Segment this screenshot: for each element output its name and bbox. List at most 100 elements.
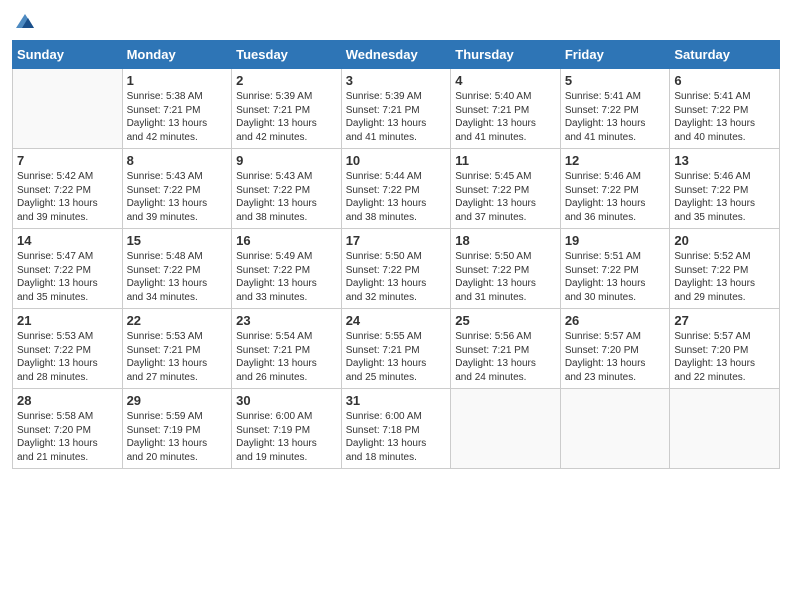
calendar-cell: 15 Sunrise: 5:48 AMSunset: 7:22 PMDayligh…	[122, 229, 232, 309]
calendar-cell	[13, 69, 123, 149]
calendar-cell: 22 Sunrise: 5:53 AMSunset: 7:21 PMDayligh…	[122, 309, 232, 389]
calendar-cell: 20 Sunrise: 5:52 AMSunset: 7:22 PMDayligh…	[670, 229, 780, 309]
calendar-week-3: 14 Sunrise: 5:47 AMSunset: 7:22 PMDayligh…	[13, 229, 780, 309]
day-info: Sunrise: 5:39 AMSunset: 7:21 PMDaylight:…	[236, 90, 337, 144]
day-info: Sunrise: 5:54 AMSunset: 7:21 PMDaylight:…	[236, 330, 337, 384]
day-number: 5	[565, 73, 666, 88]
day-number: 21	[17, 313, 118, 328]
weekday-header-thursday: Thursday	[451, 41, 561, 69]
calendar-cell: 4Sunrise: 5:40 AMSunset: 7:21 PMDaylight…	[451, 69, 561, 149]
day-info: Sunrise: 5:49 AMSunset: 7:22 PMDaylight:…	[236, 250, 337, 304]
day-info: Sunrise: 5:47 AMSunset: 7:22 PMDaylight:…	[17, 250, 118, 304]
calendar-cell: 13 Sunrise: 5:46 AMSunset: 7:22 PMDayligh…	[670, 149, 780, 229]
calendar-cell: 7 Sunrise: 5:42 AMSunset: 7:22 PMDaylight…	[13, 149, 123, 229]
weekday-header-friday: Friday	[560, 41, 670, 69]
day-number: 14	[17, 233, 118, 248]
day-number: 2	[236, 73, 337, 88]
weekday-header-wednesday: Wednesday	[341, 41, 451, 69]
calendar-table: SundayMondayTuesdayWednesdayThursdayFrid…	[12, 40, 780, 469]
weekday-header-tuesday: Tuesday	[232, 41, 342, 69]
day-info: Sunrise: 5:46 AMSunset: 7:22 PMDaylight:…	[565, 170, 666, 224]
day-info: Sunrise: 5:39 AMSunset: 7:21 PMDaylight:…	[346, 90, 447, 144]
day-info: Sunrise: 5:41 AMSunset: 7:22 PMDaylight:…	[565, 90, 666, 144]
calendar-cell: 19 Sunrise: 5:51 AMSunset: 7:22 PMDayligh…	[560, 229, 670, 309]
header	[12, 10, 780, 32]
calendar-cell: 16 Sunrise: 5:49 AMSunset: 7:22 PMDayligh…	[232, 229, 342, 309]
logo	[12, 10, 36, 32]
calendar-cell	[451, 389, 561, 469]
calendar-cell: 10 Sunrise: 5:44 AMSunset: 7:22 PMDayligh…	[341, 149, 451, 229]
calendar-cell: 5 Sunrise: 5:41 AMSunset: 7:22 PMDaylight…	[560, 69, 670, 149]
calendar-cell: 12 Sunrise: 5:46 AMSunset: 7:22 PMDayligh…	[560, 149, 670, 229]
calendar-cell: 28Sunrise: 5:58 AMSunset: 7:20 PMDayligh…	[13, 389, 123, 469]
day-info: Sunrise: 5:50 AMSunset: 7:22 PMDaylight:…	[455, 250, 556, 304]
day-info: Sunrise: 5:48 AMSunset: 7:22 PMDaylight:…	[127, 250, 228, 304]
day-number: 24	[346, 313, 447, 328]
day-number: 29	[127, 393, 228, 408]
day-number: 26	[565, 313, 666, 328]
calendar-cell: 3Sunrise: 5:39 AMSunset: 7:21 PMDaylight…	[341, 69, 451, 149]
day-info: Sunrise: 6:00 AMSunset: 7:19 PMDaylight:…	[236, 410, 337, 464]
calendar-cell: 21 Sunrise: 5:53 AMSunset: 7:22 PMDayligh…	[13, 309, 123, 389]
day-info: Sunrise: 6:00 AMSunset: 7:18 PMDaylight:…	[346, 410, 447, 464]
day-number: 30	[236, 393, 337, 408]
day-number: 31	[346, 393, 447, 408]
day-info: Sunrise: 5:59 AMSunset: 7:19 PMDaylight:…	[127, 410, 228, 464]
calendar-cell: 26 Sunrise: 5:57 AMSunset: 7:20 PMDayligh…	[560, 309, 670, 389]
day-info: Sunrise: 5:57 AMSunset: 7:20 PMDaylight:…	[674, 330, 775, 384]
day-number: 12	[565, 153, 666, 168]
calendar-cell: 2 Sunrise: 5:39 AMSunset: 7:21 PMDaylight…	[232, 69, 342, 149]
day-number: 7	[17, 153, 118, 168]
day-info: Sunrise: 5:53 AMSunset: 7:22 PMDaylight:…	[17, 330, 118, 384]
day-info: Sunrise: 5:57 AMSunset: 7:20 PMDaylight:…	[565, 330, 666, 384]
calendar-cell: 23 Sunrise: 5:54 AMSunset: 7:21 PMDayligh…	[232, 309, 342, 389]
day-number: 9	[236, 153, 337, 168]
calendar-cell: 1Sunrise: 5:38 AMSunset: 7:21 PMDaylight…	[122, 69, 232, 149]
day-info: Sunrise: 5:56 AMSunset: 7:21 PMDaylight:…	[455, 330, 556, 384]
calendar-week-1: 1Sunrise: 5:38 AMSunset: 7:21 PMDaylight…	[13, 69, 780, 149]
day-info: Sunrise: 5:43 AMSunset: 7:22 PMDaylight:…	[236, 170, 337, 224]
day-info: Sunrise: 5:51 AMSunset: 7:22 PMDaylight:…	[565, 250, 666, 304]
day-info: Sunrise: 5:53 AMSunset: 7:21 PMDaylight:…	[127, 330, 228, 384]
calendar-cell: 18Sunrise: 5:50 AMSunset: 7:22 PMDayligh…	[451, 229, 561, 309]
day-info: Sunrise: 5:45 AMSunset: 7:22 PMDaylight:…	[455, 170, 556, 224]
weekday-header-sunday: Sunday	[13, 41, 123, 69]
calendar-cell: 24Sunrise: 5:55 AMSunset: 7:21 PMDayligh…	[341, 309, 451, 389]
day-number: 15	[127, 233, 228, 248]
weekday-header-saturday: Saturday	[670, 41, 780, 69]
day-info: Sunrise: 5:50 AMSunset: 7:22 PMDaylight:…	[346, 250, 447, 304]
day-number: 16	[236, 233, 337, 248]
day-number: 19	[565, 233, 666, 248]
day-info: Sunrise: 5:41 AMSunset: 7:22 PMDaylight:…	[674, 90, 775, 144]
day-info: Sunrise: 5:44 AMSunset: 7:22 PMDaylight:…	[346, 170, 447, 224]
day-number: 13	[674, 153, 775, 168]
calendar-cell: 14 Sunrise: 5:47 AMSunset: 7:22 PMDayligh…	[13, 229, 123, 309]
weekday-header-row: SundayMondayTuesdayWednesdayThursdayFrid…	[13, 41, 780, 69]
day-number: 4	[455, 73, 556, 88]
calendar-cell: 17Sunrise: 5:50 AMSunset: 7:22 PMDayligh…	[341, 229, 451, 309]
day-number: 27	[674, 313, 775, 328]
calendar-cell: 11 Sunrise: 5:45 AMSunset: 7:22 PMDayligh…	[451, 149, 561, 229]
day-number: 10	[346, 153, 447, 168]
page-container: SundayMondayTuesdayWednesdayThursdayFrid…	[0, 0, 792, 477]
day-info: Sunrise: 5:42 AMSunset: 7:22 PMDaylight:…	[17, 170, 118, 224]
day-info: Sunrise: 5:46 AMSunset: 7:22 PMDaylight:…	[674, 170, 775, 224]
calendar-cell: 6 Sunrise: 5:41 AMSunset: 7:22 PMDaylight…	[670, 69, 780, 149]
calendar-cell: 31 Sunrise: 6:00 AMSunset: 7:18 PMDayligh…	[341, 389, 451, 469]
calendar-cell: 30 Sunrise: 6:00 AMSunset: 7:19 PMDayligh…	[232, 389, 342, 469]
day-info: Sunrise: 5:52 AMSunset: 7:22 PMDaylight:…	[674, 250, 775, 304]
day-number: 20	[674, 233, 775, 248]
day-number: 25	[455, 313, 556, 328]
day-number: 8	[127, 153, 228, 168]
day-number: 22	[127, 313, 228, 328]
day-info: Sunrise: 5:43 AMSunset: 7:22 PMDaylight:…	[127, 170, 228, 224]
day-info: Sunrise: 5:38 AMSunset: 7:21 PMDaylight:…	[127, 90, 228, 144]
weekday-header-monday: Monday	[122, 41, 232, 69]
calendar-cell: 27 Sunrise: 5:57 AMSunset: 7:20 PMDayligh…	[670, 309, 780, 389]
day-number: 23	[236, 313, 337, 328]
day-info: Sunrise: 5:58 AMSunset: 7:20 PMDaylight:…	[17, 410, 118, 464]
day-number: 6	[674, 73, 775, 88]
calendar-cell: 9 Sunrise: 5:43 AMSunset: 7:22 PMDaylight…	[232, 149, 342, 229]
day-number: 11	[455, 153, 556, 168]
calendar-cell: 29 Sunrise: 5:59 AMSunset: 7:19 PMDayligh…	[122, 389, 232, 469]
